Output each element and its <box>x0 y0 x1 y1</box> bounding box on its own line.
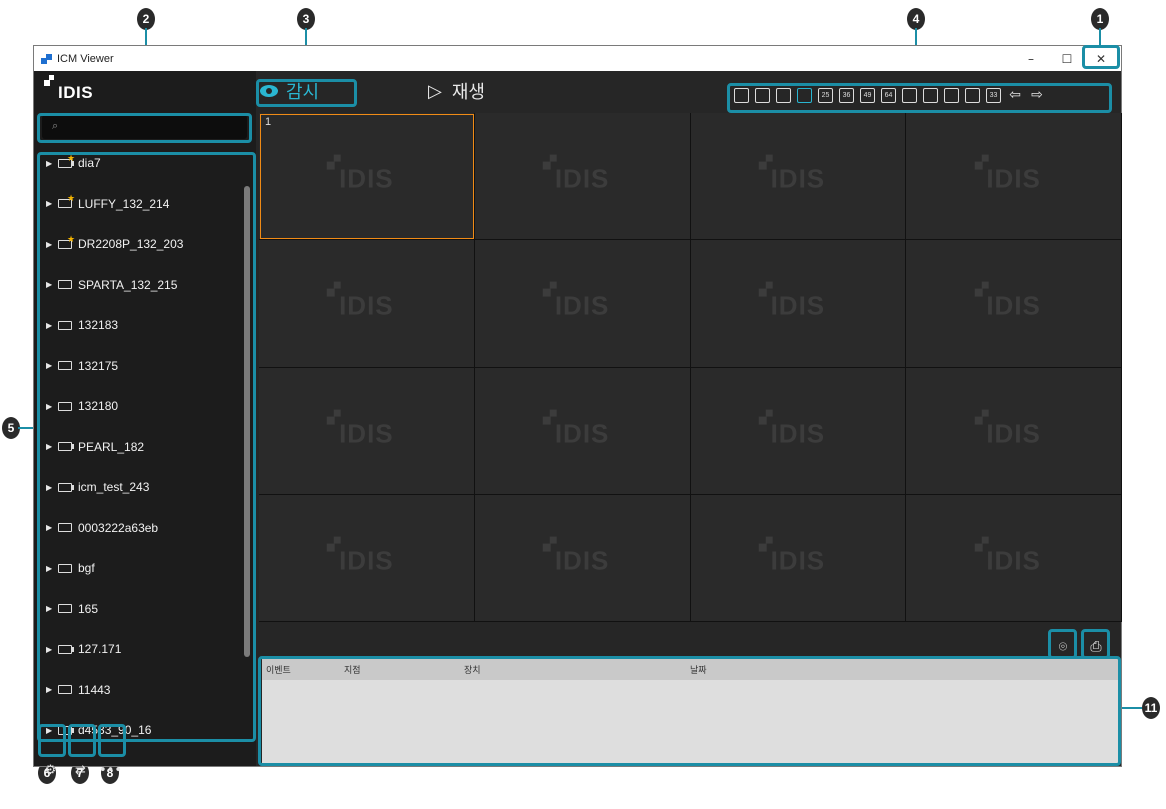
callout-2: 2 <box>137 8 155 30</box>
highlight-live-tab <box>256 79 357 107</box>
video-cell[interactable]: IDIS <box>906 240 1122 368</box>
callout-3: 3 <box>297 8 315 30</box>
video-cell[interactable]: IDIS <box>259 494 475 622</box>
app-logo-icon <box>41 53 52 64</box>
video-cell[interactable]: IDIS <box>906 494 1122 622</box>
idis-watermark: IDIS <box>542 154 610 195</box>
video-cell[interactable]: IDIS <box>474 113 691 241</box>
video-cell[interactable]: IDIS <box>259 367 475 495</box>
video-cell[interactable]: IDIS <box>474 494 691 622</box>
idis-watermark: IDIS <box>542 536 610 576</box>
video-cell[interactable]: IDIS <box>474 367 691 495</box>
idis-watermark: IDIS <box>758 281 826 322</box>
idis-watermark: IDIS <box>327 281 394 322</box>
idis-watermark: IDIS <box>974 281 1041 322</box>
more-options-icon[interactable]: ••• <box>99 759 122 781</box>
video-grid: 1 IDIS IDIS IDIS IDIS IDIS IDIS IDIS IDIS IDIS IDI… <box>259 113 1122 622</box>
video-cell[interactable]: IDIS <box>690 367 907 495</box>
minimize-button[interactable]: – <box>1013 46 1049 71</box>
video-cell[interactable]: IDIS <box>259 240 475 368</box>
highlight-event-list <box>258 656 1121 766</box>
highlight-search <box>37 113 252 143</box>
video-cell[interactable]: IDIS <box>906 113 1122 241</box>
video-cell[interactable]: IDIS <box>690 240 907 368</box>
tab-playback[interactable]: ▷ 재생 <box>428 79 485 104</box>
highlight-print <box>1081 629 1110 659</box>
idis-watermark: IDIS <box>758 536 826 576</box>
window-title: ICM Viewer <box>57 52 114 65</box>
cell-number: 1 <box>265 116 272 128</box>
highlight-device-tree <box>37 152 256 742</box>
video-cell[interactable]: IDIS <box>474 240 691 368</box>
video-cell[interactable]: IDIS <box>906 367 1122 495</box>
idis-watermark: IDIS <box>758 154 826 195</box>
brand-logo: IDIS <box>44 75 93 103</box>
idis-watermark: IDIS <box>542 409 610 449</box>
callout-4: 4 <box>907 8 925 30</box>
highlight-layouts <box>727 83 1112 113</box>
idis-watermark: IDIS <box>974 536 1041 576</box>
idis-watermark: IDIS <box>542 281 610 322</box>
idis-watermark: IDIS <box>974 154 1041 195</box>
idis-watermark: IDIS <box>327 154 394 195</box>
highlight-device-switch <box>68 724 96 757</box>
callout-11: 11 <box>1142 697 1160 719</box>
title-bar: ICM Viewer – ☐ ✕ <box>34 46 1121 71</box>
settings-gear-icon[interactable]: ⚙ <box>40 759 61 781</box>
idis-watermark: IDIS <box>758 409 826 449</box>
tab-playback-label: 재생 <box>451 82 485 103</box>
play-icon: ▷ <box>428 80 442 102</box>
idis-watermark: IDIS <box>327 409 394 449</box>
highlight-close <box>1082 45 1120 69</box>
highlight-more <box>98 724 126 757</box>
device-switch-icon[interactable]: ⇄ <box>70 759 91 781</box>
callout-1: 1 <box>1091 8 1109 30</box>
highlight-snapshot <box>1048 629 1077 659</box>
video-cell[interactable]: IDIS <box>690 113 907 241</box>
idis-watermark: IDIS <box>974 409 1041 449</box>
video-cell[interactable]: IDIS <box>690 494 907 622</box>
highlight-settings <box>38 724 66 757</box>
video-cell[interactable]: 1 IDIS <box>259 113 475 241</box>
maximize-button[interactable]: ☐ <box>1049 46 1085 71</box>
idis-watermark: IDIS <box>327 536 394 576</box>
